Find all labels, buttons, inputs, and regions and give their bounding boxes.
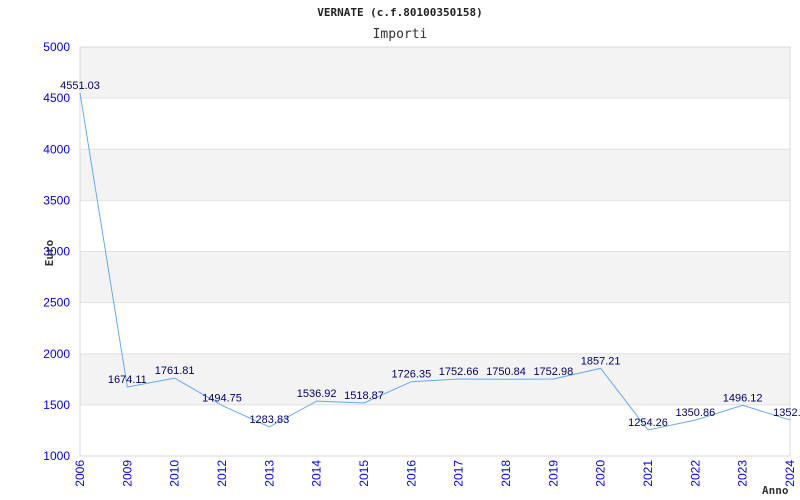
x-tick-label: 2018 <box>499 460 513 487</box>
y-tick-label: 2000 <box>43 347 70 361</box>
grid-band <box>80 98 790 150</box>
x-tick-label: 2022 <box>688 460 702 487</box>
data-label: 1494.75 <box>202 392 242 404</box>
x-tick-label: 2023 <box>736 460 750 487</box>
x-tick-label: 2021 <box>641 460 655 487</box>
x-tick-label: 2015 <box>357 460 371 487</box>
x-tick-label: 2014 <box>310 460 324 487</box>
y-tick-label: 2500 <box>43 296 70 310</box>
y-tick-label: 5000 <box>43 40 70 54</box>
grid-band <box>80 251 790 303</box>
y-tick-label: 1000 <box>43 449 70 463</box>
data-label: 1352.8 <box>773 407 800 419</box>
x-tick-label: 2013 <box>262 460 276 487</box>
data-label: 1283.83 <box>249 414 289 426</box>
data-label: 1752.66 <box>439 366 479 378</box>
line-chart: VERNATE (c.f.80100350158) Importi 1000 15… <box>43 6 800 497</box>
x-tick-label: 2010 <box>168 460 182 487</box>
data-label: 1350.86 <box>675 407 715 419</box>
grid-band <box>80 302 790 354</box>
data-label: 1674.11 <box>108 374 147 386</box>
grid-band <box>80 149 790 201</box>
x-tick-label: 2020 <box>594 460 608 487</box>
x-tick-label: 2024 <box>783 460 797 487</box>
grid-band <box>80 47 790 99</box>
data-label: 1726.35 <box>391 369 431 381</box>
data-label: 1752.98 <box>533 366 573 378</box>
data-label: 1536.92 <box>297 388 337 400</box>
y-tick-label: 1500 <box>43 398 70 412</box>
data-label: 1518.87 <box>344 390 384 402</box>
x-tick-label: 2012 <box>215 460 229 487</box>
data-label: 1750.84 <box>486 366 526 378</box>
y-tick-label: 4500 <box>43 91 70 105</box>
y-axis-label: Euro <box>43 239 56 266</box>
data-label: 4551.03 <box>60 80 100 92</box>
data-label: 1857.21 <box>581 355 621 367</box>
x-tick-label: 2009 <box>120 460 134 487</box>
x-tick-label: 2017 <box>452 460 466 487</box>
x-axis-label: Anno <box>762 484 789 497</box>
x-tick-label: 2006 <box>73 460 87 487</box>
x-tick-label: 2016 <box>404 460 418 487</box>
y-tick-label: 3500 <box>43 193 70 207</box>
data-label: 1254.26 <box>628 417 668 429</box>
grid-band <box>80 353 790 405</box>
y-tick-label: 4000 <box>43 142 70 156</box>
x-tick-label: 2019 <box>546 460 560 487</box>
chart-subtitle: Importi <box>373 27 428 42</box>
data-label: 1496.12 <box>723 392 763 404</box>
data-label: 1761.81 <box>155 365 195 377</box>
chart-title: VERNATE (c.f.80100350158) <box>317 6 483 19</box>
grid-band <box>80 200 790 252</box>
